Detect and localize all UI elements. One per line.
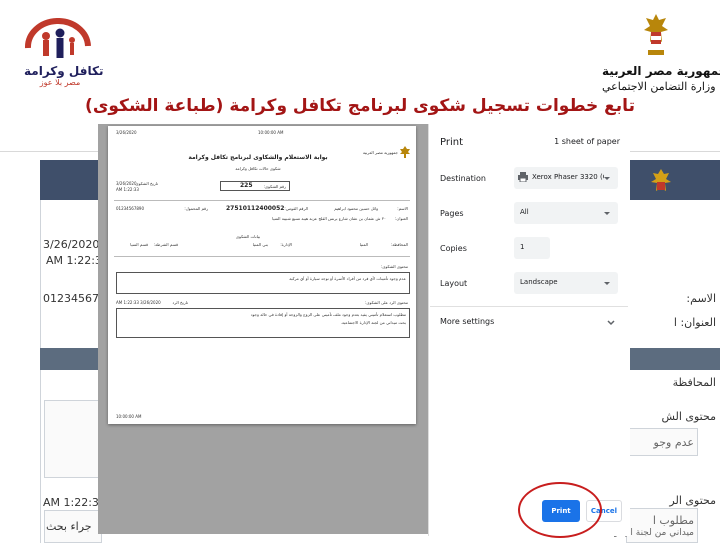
section-data-heading: بيانات الشكوى (235, 234, 261, 239)
bg-label-reply: محتوى الر (669, 494, 716, 507)
layout-value: Landscape (520, 278, 558, 286)
admin-label: الإدارة: (280, 242, 292, 247)
name-label: الاسم: (397, 206, 408, 211)
chevron-down-icon[interactable] (606, 318, 616, 328)
layout-select[interactable]: Landscape (514, 272, 618, 294)
sheet-divider-2 (114, 256, 410, 257)
family-icon (24, 17, 91, 58)
complaint-number: 225 (240, 182, 253, 189)
sheet-subheading: شكوى حالات تكافل وكرامة (235, 166, 281, 171)
sheet-org: جمهورية مصر العربية (362, 150, 398, 155)
print-title: Print (440, 137, 464, 148)
layout-label: Layout (440, 279, 468, 288)
highlight-circle (518, 482, 602, 538)
pages-value: All (520, 208, 529, 216)
destination-label: Destination (440, 174, 486, 183)
chevron-down-icon (604, 282, 610, 285)
bg-label-content: محتوى الش (661, 410, 716, 423)
logo-right-country: جمهورية مصر العربية (602, 64, 720, 78)
background-left-box (44, 400, 102, 478)
sheet-heading: بوابة الاستعلام والشكاوى لبرنامج تكافل و… (188, 154, 328, 161)
bg-label-address: العنوان: ا (673, 316, 716, 329)
police-label: قسم الشرطة: (153, 242, 178, 247)
governorate-label: المحافظة: (390, 242, 408, 247)
sheet-header-time: 10:00:00 AM (258, 130, 284, 135)
logo-left-name: تكافل وكرامة (24, 64, 104, 78)
ministry-logo: جمهورية مصر العربية وزارة التضامن الاجتم… (602, 12, 720, 98)
chevron-down-icon (604, 212, 610, 215)
content-value: عدم وجود تأمينات لأي فرد من أفراد الأسرة… (289, 276, 406, 281)
sheet-eagle-icon (400, 146, 410, 158)
slide-title: تابع خطوات تسجيل شكوى لبرنامج تكافل وكرا… (85, 96, 635, 116)
reply-label: محتوى الرد على الشكوى: (365, 300, 408, 305)
logo-right-ministry: وزارة التضامن الاجتماعي (602, 80, 716, 93)
complaint-time: AM 1:22:33 (116, 187, 139, 192)
bg-label-governorate: المحافظة (672, 376, 716, 389)
settings-divider (430, 306, 628, 307)
preview-sheet: 3/26/2020 10:00:00 AM جمهورية مصر العربي… (108, 126, 416, 424)
background-left-header (40, 160, 102, 200)
sheet-footer: 10:00:00 AM (116, 414, 142, 419)
sheet-header-date: 3/26/2020 (116, 130, 137, 135)
mobile-value: 01234567890 (116, 206, 144, 211)
sheet-count: 1 sheet of paper (554, 137, 620, 146)
address-value: ٣٠ ش عثمان بن عفان شارع برنس القلج عزبة … (272, 216, 386, 221)
copies-label: Copies (440, 244, 467, 253)
bg-label-name: الاسم: (686, 292, 716, 305)
destination-select[interactable]: Xerox Phaser 3320 (Cc (514, 167, 618, 189)
copies-input[interactable]: 1 (514, 237, 550, 259)
reply-date: AM 1:22:33 3/26/2020 (116, 300, 161, 305)
complaint-date: 3/26/2020 (116, 181, 137, 186)
reply-date-label: تاريخ الرد (172, 300, 188, 305)
eagle-icon (651, 169, 671, 191)
police-value: قسم المنيا (130, 242, 148, 247)
logo-left-slogan: مصر بلا عوز (39, 78, 81, 87)
content-label: محتوى الشكوى: (380, 264, 408, 269)
pages-label: Pages (440, 209, 464, 218)
admin-value: بني المنيا (252, 242, 268, 247)
eagle-emblem-icon (644, 14, 668, 55)
national-id: 27510112400052 (226, 205, 285, 212)
sheet-divider (114, 200, 410, 201)
bg-reply-partial: مطلوب ا (652, 514, 694, 527)
destination-value: Xerox Phaser 3320 (Cc (532, 173, 604, 181)
reply-line-1: مطلوب استعلام تأميني يفيد بعدم وجود ملف … (250, 312, 406, 317)
address-label: العنوان: (395, 216, 408, 221)
bg-content-partial: عدم وجو (653, 436, 694, 449)
copies-value: 1 (520, 243, 525, 251)
mobile-label: رقم المحمول: (184, 206, 208, 211)
bg-partial-text: جراء بحث (46, 520, 92, 533)
bg-date: 3/26/2020 (43, 238, 100, 251)
pages-select[interactable]: All (514, 202, 618, 224)
name-value: وائل حسين محمود ابراهيم (334, 206, 378, 211)
takaful-karama-logo: تكافل وكرامة مصر بلا عوز (22, 17, 104, 90)
governorate-value: المنيا (359, 242, 368, 247)
background-left-bar (40, 348, 102, 370)
background-right-header (628, 160, 720, 200)
chevron-down-icon (604, 177, 610, 180)
background-right-bar (628, 348, 720, 370)
printer-icon (518, 172, 528, 182)
more-settings-toggle[interactable]: More settings (440, 317, 494, 326)
reply-line-2: بحث ميداني من لجنة الإدارة الاجتماعية. (340, 320, 406, 325)
